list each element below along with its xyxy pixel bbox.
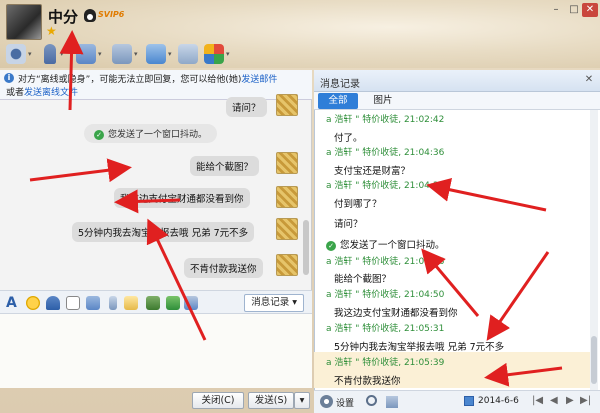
send-offline-file-link[interactable]: 发送离线文件	[24, 88, 78, 98]
tab-all[interactable]: 全部	[318, 93, 358, 109]
settings-label[interactable]: 设置	[336, 396, 354, 409]
record-header: a 浩轩 " 特价收徒, 21:02:42	[326, 115, 445, 125]
emoji-icon[interactable]	[26, 296, 40, 310]
record-text: 能给个截图？	[334, 274, 392, 285]
history-panel-titlebar: 消息记录 ✕	[314, 70, 600, 92]
send-options-dropdown[interactable]: ▾	[294, 392, 310, 409]
info-icon: i	[4, 73, 14, 83]
video-call-icon[interactable]	[6, 44, 26, 64]
notice-text: 对方“离线或隐身”，可能无法立即回复，您可以给他(她)	[18, 75, 242, 85]
record-text: 支付宝还是财富？	[334, 166, 411, 177]
record-text: 5分钟内我去淘宝举报去哦 兄弟 7元不多	[334, 342, 505, 353]
send-button[interactable]: 发送(S)	[248, 392, 294, 409]
chat-history[interactable]: 请问？ ✓ 您发送了一个窗口抖动。 能给个截图？ 我这边支付宝财通都没看到你 5分…	[0, 94, 312, 290]
shake-window-icon[interactable]	[66, 296, 80, 310]
record-text: 我这边支付宝财通都没看到你	[334, 308, 458, 319]
note-icon[interactable]	[124, 296, 138, 310]
history-bottom-bar: 设置 2014-6-6 |◀ ◀ ▶ ▶|	[314, 390, 600, 413]
send-email-link[interactable]: 发送邮件	[241, 75, 277, 85]
picture-icon[interactable]	[146, 296, 160, 310]
record-header: a 浩轩 " 特价收徒, 21:04:50	[326, 290, 445, 300]
check-icon: ✓	[94, 129, 104, 140]
contact-avatar[interactable]	[6, 4, 42, 40]
record-header: a 浩轩 " 特价收徒, 21:05:31	[326, 324, 445, 334]
voice-message-icon[interactable]	[109, 296, 117, 310]
close-history-button[interactable]: ✕	[582, 73, 596, 87]
app-icon[interactable]	[178, 44, 198, 64]
voice-call-icon[interactable]	[44, 44, 56, 64]
user-avatar[interactable]	[276, 254, 298, 276]
chat-bubble: 不肯付款我送你	[184, 258, 263, 278]
next-page-icon[interactable]: ▶	[566, 395, 574, 406]
screen-share-icon[interactable]	[146, 44, 166, 64]
message-input[interactable]	[0, 314, 312, 388]
first-page-icon[interactable]: |◀	[532, 395, 543, 406]
font-icon[interactable]: A	[6, 296, 20, 310]
record-text: 付了。	[334, 133, 363, 144]
history-date[interactable]: 2014-6-6	[478, 396, 519, 406]
file-transfer-icon[interactable]	[76, 44, 96, 64]
user-avatar[interactable]	[276, 186, 298, 208]
history-tabs: 全部 图片	[314, 92, 600, 110]
message-record-label: 消息记录	[251, 297, 290, 308]
chat-bubble: 能给个截图？	[190, 156, 260, 176]
user-avatar[interactable]	[276, 94, 298, 116]
history-records[interactable]: a 浩轩 " 特价收徒, 21:02:42 付了。 a 浩轩 " 特价收徒, 2…	[314, 110, 592, 390]
svip-badge[interactable]: SVIP6	[98, 10, 124, 19]
gift-icon[interactable]	[166, 296, 180, 310]
last-page-icon[interactable]: ▶|	[580, 395, 591, 406]
offline-notice-bar: i 对方“离线或隐身”，可能无法立即回复，您可以给他(她)发送邮件 或者发送离线…	[0, 70, 312, 100]
record-text: 付到哪了？	[334, 199, 382, 210]
check-icon: ✓	[326, 240, 336, 251]
user-avatar[interactable]	[276, 218, 298, 240]
export-icon[interactable]	[386, 396, 398, 408]
level-star-icon: ★	[46, 24, 57, 38]
history-panel-title: 消息记录	[320, 79, 360, 90]
qq-penguin-icon	[84, 9, 96, 22]
input-toolbar: A 消息记录 ▾	[0, 290, 312, 314]
chat-bubble: 我这边支付宝财通都没看到你	[114, 188, 250, 208]
minimize-button[interactable]: –	[548, 3, 564, 17]
record-text: 不肯付款我送你	[334, 376, 401, 387]
maximize-button[interactable]: □	[566, 3, 582, 17]
chat-bubble: 5分钟内我去淘宝举报去哦 兄弟 7元不多	[72, 222, 255, 242]
system-message: ✓ 您发送了一个窗口抖动。	[84, 124, 218, 143]
calendar-icon[interactable]	[464, 396, 474, 406]
chat-bubble: 请问？	[226, 97, 267, 117]
chat-scrollbar[interactable]	[303, 220, 309, 275]
close-window-button[interactable]: ✕	[582, 3, 598, 17]
record-header: a 浩轩 " 特价收徒, 21:04:38	[326, 181, 445, 191]
screenshot-icon[interactable]	[86, 296, 100, 310]
apps-grid-icon[interactable]	[204, 44, 224, 64]
record-header: a 浩轩 " 特价收徒, 21:04:46	[326, 257, 445, 267]
remote-assist-icon[interactable]	[112, 44, 132, 64]
tab-pictures[interactable]: 图片	[368, 93, 398, 109]
more-tools-icon[interactable]	[184, 296, 198, 310]
user-avatar[interactable]	[276, 152, 298, 174]
record-header: a 浩轩 " 特价收徒, 21:05:39	[326, 358, 445, 368]
record-header: a 浩轩 " 特价收徒, 21:04:36	[326, 148, 445, 158]
record-text: 请问？	[334, 219, 363, 230]
close-button[interactable]: 关闭(C)	[192, 392, 244, 409]
search-icon[interactable]	[366, 395, 377, 406]
history-scrollbar-thumb[interactable]	[591, 336, 597, 384]
notice-text-2: 或者	[6, 88, 25, 98]
system-record: ✓ 您发送了一个窗口抖动。	[326, 237, 445, 251]
message-record-button[interactable]: 消息记录 ▾	[244, 294, 304, 312]
settings-gear-icon[interactable]	[320, 395, 333, 408]
prev-page-icon[interactable]: ◀	[550, 395, 558, 406]
magic-expression-icon[interactable]	[46, 296, 60, 310]
